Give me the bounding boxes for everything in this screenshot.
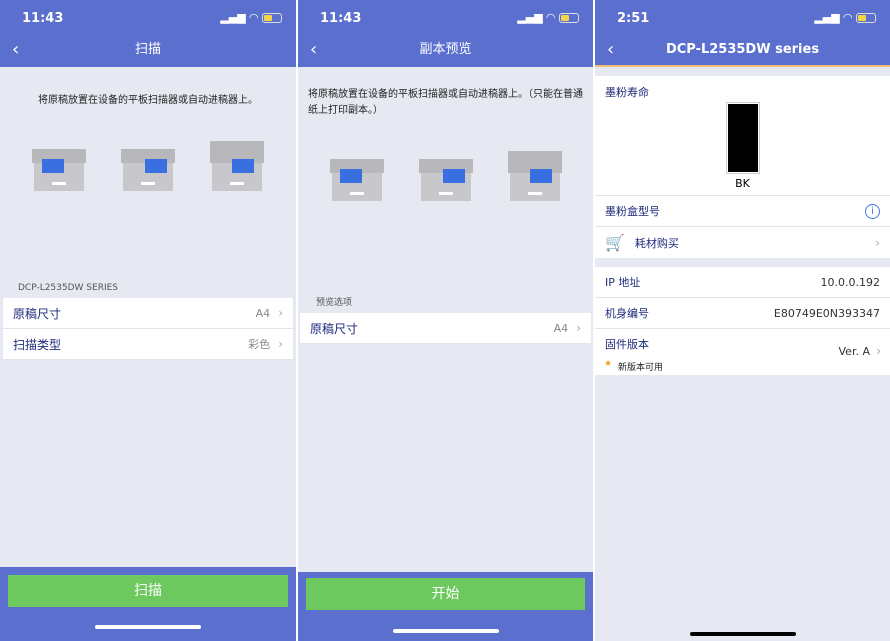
settings-list: 原稿尺寸A4 › 扫描类型彩色 ›	[3, 298, 293, 360]
battery-icon	[559, 13, 579, 23]
adf-scanner-icon	[210, 139, 264, 191]
scan-button[interactable]: 扫描	[8, 575, 288, 607]
chevron-right-icon: ›	[576, 321, 581, 335]
toner-color-label: BK	[595, 177, 890, 190]
copy-preview-screen: 11:43 ▂▄▆ ◠ ‹ 副本预览 将原稿放置在设备的平板扫描器或自动进稿器上。（…	[298, 0, 593, 641]
flatbed-scanner-icon	[330, 149, 384, 201]
cartridge-model-row[interactable]: 墨粉盒型号i	[595, 196, 890, 227]
clock: 2:51	[617, 11, 649, 26]
status-icons: ▂▄▆ ◠	[517, 11, 579, 24]
chevron-right-icon: ›	[278, 306, 283, 320]
row-value: A4	[554, 322, 569, 335]
start-button[interactable]: 开始	[306, 578, 585, 610]
row-value: A4	[256, 307, 271, 320]
row-label: 耗材购买	[635, 235, 875, 251]
chevron-right-icon: ›	[876, 344, 881, 358]
ip-address-row: IP 地址10.0.0.192	[595, 267, 890, 298]
star-icon: ★	[604, 359, 612, 369]
row-value: Ver. A	[839, 345, 870, 358]
update-notice: 新版本可用	[618, 360, 663, 373]
footer: 开始	[298, 572, 593, 641]
row-label: 原稿尺寸	[310, 320, 554, 337]
back-icon[interactable]: ‹	[607, 35, 614, 65]
home-indicator[interactable]	[690, 632, 796, 636]
row-label: IP 地址	[605, 274, 821, 290]
serial-number-row: 机身编号E80749E0N393347	[595, 298, 890, 329]
instruction-text: 将原稿放置在设备的平板扫描器或自动进稿器上。（只能在普通纸上打印副本。）	[298, 87, 593, 119]
row-document-size[interactable]: 原稿尺寸A4 ›	[300, 313, 591, 344]
clock: 11:43	[320, 11, 361, 26]
row-label: 固件版本	[605, 336, 649, 352]
nav-bar: ‹ 扫描	[0, 35, 296, 67]
status-icons: ▂▄▆ ◠	[220, 11, 282, 24]
back-icon[interactable]: ‹	[310, 35, 317, 65]
firmware-row[interactable]: 固件版本 Ver. A › ★ 新版本可用	[595, 329, 890, 375]
flatbed-scanner-icon	[121, 139, 175, 191]
status-bar: 2:51 ▂▄▆ ◠	[595, 0, 890, 35]
home-indicator[interactable]	[393, 629, 499, 633]
cart-icon: 🛒	[605, 233, 625, 252]
illustrations	[298, 149, 593, 201]
footer: 扫描	[0, 567, 296, 641]
toner-level-fill	[728, 104, 758, 172]
nav-bar: ‹ DCP-L2535DW series	[595, 35, 890, 67]
battery-icon	[262, 13, 282, 23]
section-header: DCP-L2535DW SERIES	[0, 283, 296, 293]
toner-life-label: 墨粉寿命	[605, 84, 649, 100]
illustrations	[0, 139, 296, 191]
adf-scanner-icon	[508, 149, 562, 201]
row-scan-type[interactable]: 扫描类型彩色 ›	[3, 329, 293, 360]
page-title: 扫描	[135, 42, 161, 57]
battery-icon	[856, 13, 876, 23]
back-icon[interactable]: ‹	[12, 35, 19, 65]
chevron-right-icon: ›	[875, 236, 880, 250]
nav-bar: ‹ 副本预览	[298, 35, 593, 67]
chevron-right-icon: ›	[278, 337, 283, 351]
clock: 11:43	[22, 11, 63, 26]
instruction-text: 将原稿放置在设备的平板扫描器或自动进稿器上。	[0, 93, 296, 109]
toner-section: 墨粉寿命 BK 墨粉盒型号i 🛒 耗材购买›	[595, 76, 890, 258]
row-label: 扫描类型	[13, 336, 248, 353]
home-indicator[interactable]	[95, 625, 201, 629]
row-value: 10.0.0.192	[821, 276, 880, 289]
row-label: 墨粉盒型号	[605, 203, 865, 219]
flatbed-scanner-icon	[32, 139, 86, 191]
flatbed-scanner-icon	[419, 149, 473, 201]
page-title: DCP-L2535DW series	[666, 42, 819, 57]
row-label: 机身编号	[605, 305, 774, 321]
purchase-supplies-row[interactable]: 🛒 耗材购买›	[595, 227, 890, 258]
row-value: 彩色	[248, 336, 270, 352]
row-value: E80749E0N393347	[774, 307, 880, 320]
status-bar: 11:43 ▂▄▆ ◠	[298, 0, 593, 35]
settings-list: 原稿尺寸A4 ›	[300, 313, 591, 344]
device-info-list: IP 地址10.0.0.192 机身编号E80749E0N393347 固件版本…	[595, 267, 890, 375]
device-info-screen: 2:51 ▂▄▆ ◠ ‹ DCP-L2535DW series 墨粉寿命 BK 墨粉…	[595, 0, 890, 641]
scan-screen: 11:43 ▂▄▆ ◠ ‹ 扫描 将原稿放置在设备的平板扫描器或自动进稿器上。 DC…	[0, 0, 296, 641]
toner-level-gauge	[726, 102, 760, 174]
row-document-size[interactable]: 原稿尺寸A4 ›	[3, 298, 293, 329]
info-icon[interactable]: i	[865, 204, 880, 219]
status-bar: 11:43 ▂▄▆ ◠	[0, 0, 296, 35]
status-icons: ▂▄▆ ◠	[814, 11, 876, 24]
row-label: 原稿尺寸	[13, 305, 256, 322]
section-header: 预览选项	[298, 295, 593, 308]
page-title: 副本预览	[419, 42, 471, 57]
